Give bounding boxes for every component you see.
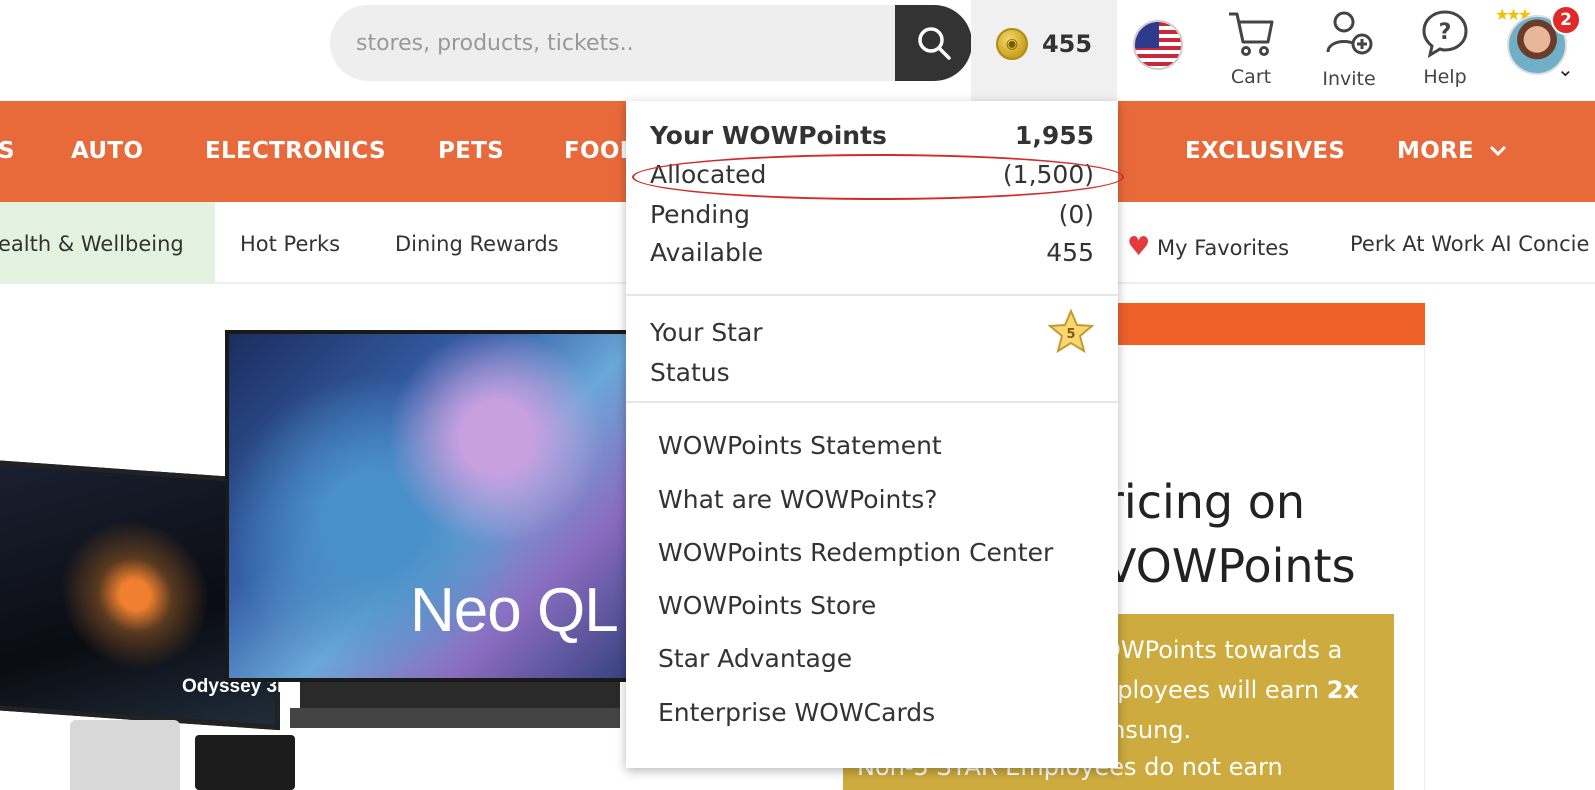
promo-line-1: OWPoints towards a — [1102, 636, 1343, 664]
chevron-down-icon: ⌄ — [1557, 57, 1574, 81]
star-status-line2: Status — [650, 358, 730, 387]
help-button[interactable]: ? Help — [1405, 8, 1485, 88]
cart-icon — [1229, 12, 1274, 56]
search-input[interactable] — [330, 5, 904, 81]
help-icon: ? — [1422, 10, 1468, 58]
profile-menu-button[interactable]: ★★★ 2 ⌄ — [1495, 5, 1587, 85]
top-header: ◉ 455 Cart Invite — [0, 0, 1595, 101]
nav-item-auto[interactable]: AUTO — [71, 138, 143, 164]
points-row-value: 1,955 — [1014, 121, 1094, 150]
points-row-pending: Pending (0) — [650, 200, 1094, 229]
promo-info-text: OWPoints towards a nployees will earn 2x… — [1102, 630, 1392, 750]
cart-button[interactable]: Cart — [1211, 8, 1291, 88]
points-balance: 455 — [1041, 29, 1093, 58]
points-row-label: Pending — [650, 200, 750, 229]
sub-nav-item-health-wellbeing[interactable]: ealth & Wellbeing — [0, 232, 184, 256]
device-image — [195, 735, 295, 790]
coin-icon: ◉ — [995, 27, 1028, 60]
search-icon — [917, 27, 951, 60]
star-badge-icon: 5 — [1048, 309, 1094, 353]
chevron-down-icon — [1490, 145, 1507, 157]
divider — [626, 294, 1118, 296]
sub-nav-item-my-favorites[interactable]: ♥ My Favorites — [1127, 232, 1289, 262]
tv-stand-image — [300, 682, 620, 708]
link-enterprise-wowcards[interactable]: Enterprise WOWCards — [658, 698, 935, 727]
svg-text:?: ? — [1439, 20, 1452, 45]
link-what-are-wowpoints[interactable]: What are WOWPoints? — [658, 485, 938, 514]
invite-button[interactable]: Invite — [1309, 8, 1389, 90]
invite-label: Invite — [1322, 68, 1376, 90]
link-redemption-center[interactable]: WOWPoints Redemption Center — [658, 538, 1053, 567]
points-row-value: (1,500) — [1002, 160, 1094, 189]
divider — [626, 401, 1118, 403]
sub-nav-item-ai-concierge[interactable]: Perk At Work AI Concie — [1350, 232, 1589, 256]
tv-brand-text: Neo QL — [410, 576, 619, 645]
notification-badge: 2 — [1551, 5, 1581, 35]
nav-item-exclusives[interactable]: EXCLUSIVES — [1185, 138, 1345, 164]
points-row-total: Your WOWPoints 1,955 — [650, 121, 1094, 150]
promo-line-2: nployees will earn 2x — [1102, 670, 1392, 710]
nav-more-label: MORE — [1397, 138, 1475, 164]
star-status-line1: Your Star — [650, 318, 763, 347]
sub-nav-item-dining-rewards[interactable]: Dining Rewards — [395, 232, 559, 256]
star-level-text: 5 — [1066, 327, 1075, 342]
star-status-label: Your Star Status — [650, 313, 763, 393]
nav-item-more[interactable]: MORE — [1397, 138, 1508, 164]
points-row-allocated: Allocated (1,500) — [650, 160, 1094, 189]
promo-line-2-text: nployees will earn — [1102, 676, 1327, 704]
wowpoints-balance-button[interactable]: ◉ 455 — [971, 0, 1117, 101]
sub-nav-favorites-label: My Favorites — [1157, 236, 1290, 260]
points-row-label: Your WOWPoints — [650, 121, 887, 150]
wowpoints-dropdown: Your WOWPoints 1,955 Allocated (1,500) P… — [626, 101, 1118, 768]
points-row-label: Allocated — [650, 160, 767, 189]
nav-item-electronics[interactable]: ELECTRONICS — [205, 138, 386, 164]
cart-label: Cart — [1230, 66, 1272, 88]
link-wowpoints-store[interactable]: WOWPoints Store — [658, 591, 876, 620]
promo-line-3: msung. — [1102, 716, 1192, 744]
soundbar-image — [290, 708, 620, 728]
link-wowpoints-statement[interactable]: WOWPoints Statement — [658, 431, 942, 460]
points-row-available: Available 455 — [650, 238, 1094, 267]
promo-headline-line2: VOWPoints — [1105, 539, 1356, 593]
points-row-value: (0) — [1058, 200, 1094, 229]
nav-item-partial[interactable]: S — [0, 138, 15, 164]
promo-headline: ricing on VOWPoints — [1105, 470, 1425, 598]
invite-icon — [1326, 11, 1373, 55]
points-row-value: 455 — [1046, 238, 1094, 267]
promo-multiplier: 2x — [1326, 676, 1359, 704]
us-flag-icon[interactable] — [1133, 20, 1183, 70]
search-button[interactable] — [895, 5, 972, 81]
promo-header-bar — [1100, 303, 1425, 345]
link-star-advantage[interactable]: Star Advantage — [658, 644, 852, 673]
search-bar — [330, 5, 972, 81]
sub-nav-item-hot-perks[interactable]: Hot Perks — [240, 232, 340, 256]
promo-headline-line1: ricing on — [1105, 475, 1306, 529]
nav-item-pets[interactable]: PETS — [438, 138, 504, 164]
monitor-stand-image — [70, 720, 180, 790]
heart-icon: ♥ — [1127, 232, 1151, 262]
help-label: Help — [1423, 66, 1467, 88]
points-row-label: Available — [650, 238, 764, 267]
